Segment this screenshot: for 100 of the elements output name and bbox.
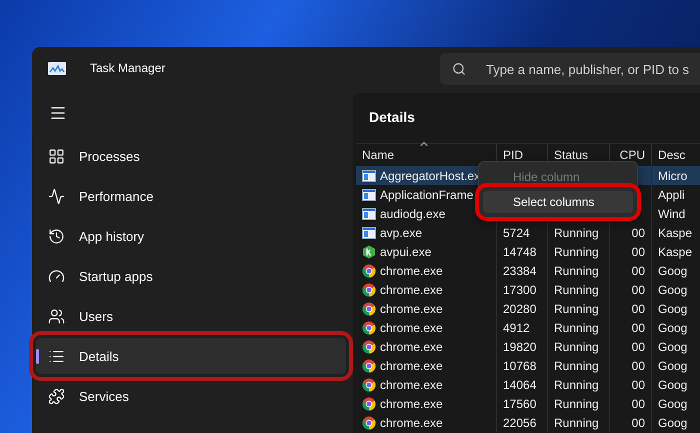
table-row[interactable]: chrome.exe 17560 Running 00 Goog (356, 394, 700, 413)
table-cell: Goog (652, 394, 700, 413)
table-cell: Wind (652, 204, 700, 223)
table-cell: 00 (610, 394, 652, 413)
process-name: avp.exe (380, 226, 422, 240)
table-cell: 00 (610, 261, 652, 280)
browser-logo-icon (362, 340, 376, 354)
process-name: chrome.exe (380, 358, 443, 372)
browser-logo-icon (362, 396, 376, 410)
table-row[interactable]: chrome.exe 4912 Running 00 Goog (356, 318, 700, 337)
table-cell: Goog (652, 299, 700, 318)
table-cell: Running (548, 318, 610, 337)
table-row[interactable]: chrome.exe 20280 Running 00 Goog (356, 299, 700, 318)
process-name: chrome.exe (380, 340, 443, 354)
table-cell: 00 (610, 413, 652, 432)
process-name: avpui.exe (380, 244, 432, 258)
table-cell: Goog (652, 318, 700, 337)
table-cell: Running (548, 242, 610, 261)
table-cell: Running (548, 261, 610, 280)
process-name: audiodg.exe (380, 206, 446, 220)
table-cell: Goog (652, 356, 700, 375)
table-row[interactable]: chrome.exe 10768 Running 00 Goog (356, 356, 700, 375)
browser-logo-icon (362, 416, 376, 430)
chart-icon (48, 62, 66, 74)
table-cell: Running (548, 394, 610, 413)
table-cell: 17300 (497, 280, 548, 299)
table-cell: 5724 (497, 223, 548, 242)
table-cell: 00 (610, 318, 652, 337)
letter-k-icon (362, 244, 376, 258)
menu-icon (49, 104, 67, 122)
sidebar-item[interactable]: Processes (36, 138, 346, 174)
table-row[interactable]: avpui.exe 14748 Running 00 Kaspe (356, 242, 700, 261)
table-row[interactable]: chrome.exe 17300 Running 00 Goog (356, 280, 700, 299)
table-row[interactable]: chrome.exe 22056 Running 00 Goog (356, 413, 700, 432)
process-name: ApplicationFrame (380, 188, 474, 202)
table-cell: 00 (610, 356, 652, 375)
table-cell: Running (548, 299, 610, 318)
process-name: chrome.exe (380, 320, 443, 334)
window-icon (362, 226, 376, 238)
puzzle-icon (48, 388, 65, 404)
table-cell: Goog (652, 375, 700, 394)
table-cell: 17560 (497, 394, 548, 413)
browser-logo-icon (362, 282, 376, 296)
browser-logo-icon (362, 378, 376, 392)
table-cell: 00 (610, 242, 652, 261)
process-name: chrome.exe (380, 264, 443, 278)
window-title: Task Manager (90, 61, 166, 75)
table-cell: 20280 (497, 299, 548, 318)
table-cell: 00 (610, 337, 652, 356)
window-icon (362, 188, 376, 200)
table-cell: Appli (652, 185, 700, 204)
browser-logo-icon (362, 358, 376, 372)
process-name: chrome.exe (380, 396, 443, 410)
process-name: chrome.exe (380, 416, 443, 430)
sidebar-item[interactable]: Startup apps (36, 258, 346, 294)
selection-indicator (36, 349, 39, 364)
table-cell: Running (548, 223, 610, 242)
table-row[interactable]: chrome.exe 14064 Running 00 Goog (356, 375, 700, 394)
search-icon (452, 62, 466, 76)
table-cell: Goog (652, 413, 700, 432)
gauge-icon (48, 268, 65, 284)
table-cell: Kaspe (652, 223, 700, 242)
table-cell: 00 (610, 280, 652, 299)
table-row[interactable]: avp.exe 5724 Running 00 Kaspe (356, 223, 700, 242)
table-row[interactable]: chrome.exe 23384 Running 00 Goog (356, 261, 700, 280)
browser-logo-icon (362, 302, 376, 316)
table-cell: Running (548, 356, 610, 375)
table-cell: Running (548, 280, 610, 299)
pulse-icon (48, 188, 65, 204)
table-cell: 4912 (497, 318, 548, 337)
table-cell: Micro (652, 166, 700, 185)
window-icon (362, 170, 376, 182)
search-field[interactable]: Type a name, publisher, or PID to s (440, 53, 700, 85)
page-title: Details (369, 109, 416, 127)
table-cell: 14748 (497, 242, 548, 261)
process-name: chrome.exe (380, 302, 443, 316)
table-cell: Running (548, 375, 610, 394)
window-icon (362, 208, 376, 220)
table-cell: 23384 (497, 261, 548, 280)
table-cell: Goog (652, 261, 700, 280)
table-cell: 22056 (497, 413, 548, 432)
table-cell: Running (548, 337, 610, 356)
sidebar-item[interactable]: Users (36, 298, 346, 334)
browser-logo-icon (362, 264, 376, 278)
browser-logo-icon (362, 320, 376, 334)
process-name: AggregatorHost.ex (380, 168, 480, 182)
sidebar-item[interactable]: Details (36, 338, 346, 374)
process-name: chrome.exe (380, 378, 443, 392)
table-cell: 00 (610, 223, 652, 242)
table-row[interactable]: chrome.exe 19820 Running 00 Goog (356, 337, 700, 356)
table-cell: 19820 (497, 337, 548, 356)
sidebar-item[interactable]: Performance (36, 178, 346, 214)
sidebar-item[interactable]: Services (36, 378, 346, 414)
history-icon (48, 228, 65, 244)
users-icon (48, 308, 65, 324)
table-cell: Goog (652, 280, 700, 299)
menu-item[interactable]: Select columns (483, 191, 633, 213)
table-cell: 14064 (497, 375, 548, 394)
sidebar-item[interactable]: App history (36, 218, 346, 254)
process-name: chrome.exe (380, 282, 443, 296)
